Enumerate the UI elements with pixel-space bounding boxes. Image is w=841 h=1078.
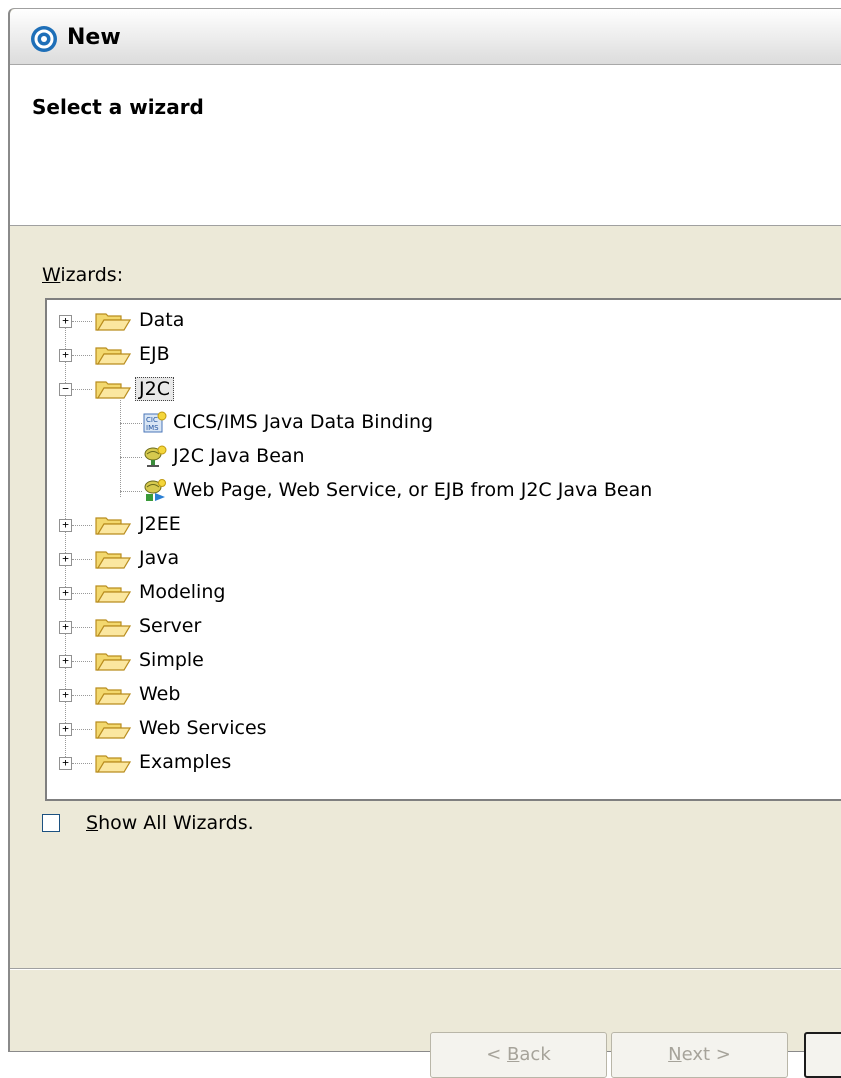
tree-row-child[interactable]: CIC IMS CICS/IMS Java Data Binding	[47, 406, 841, 440]
wizard-banner: Select a wizard	[10, 65, 841, 226]
folder-icon	[95, 653, 131, 671]
back-mnemonic: B	[507, 1044, 520, 1065]
tree-item-label: Simple	[139, 649, 204, 671]
tree-row-j2ee[interactable]: + J2EE	[47, 508, 841, 542]
expand-icon[interactable]: +	[59, 621, 72, 634]
tree-item-label: Examples	[139, 751, 232, 773]
tree-connector	[72, 525, 92, 526]
tree-row-j2c[interactable]: − J2C	[47, 372, 841, 406]
tree-connector	[72, 729, 92, 730]
wizard-tree[interactable]: + Data + EJB − J2C CIC IMS CICS/IMS Java D…	[45, 298, 841, 801]
tree-connector	[72, 321, 92, 322]
tree-connector	[72, 559, 92, 560]
tree-connector	[72, 661, 92, 662]
folder-icon	[95, 313, 131, 331]
eclipse-icon	[31, 26, 57, 52]
tree-row-ejb[interactable]: + EJB	[47, 338, 841, 372]
folder-icon	[95, 585, 131, 603]
tree-connector	[72, 355, 92, 356]
tree-row-web[interactable]: + Web	[47, 678, 841, 712]
show-all-mnemonic: S	[86, 812, 99, 834]
tree-row-examples[interactable]: + Examples	[47, 746, 841, 780]
tree-item-label: J2EE	[139, 513, 181, 535]
svg-text:IMS: IMS	[146, 424, 159, 432]
tree-row-child[interactable]: Web Page, Web Service, or EJB from J2C J…	[47, 474, 841, 508]
tree-connector	[120, 400, 121, 497]
tree-connector	[120, 491, 142, 492]
web-bean-icon	[144, 479, 166, 501]
tree-item-label: Web Page, Web Service, or EJB from J2C J…	[173, 479, 653, 501]
collapse-icon[interactable]: −	[59, 383, 72, 396]
tree-connector	[120, 457, 142, 458]
tree-item-label: J2C	[135, 377, 174, 401]
footer-separator	[10, 968, 841, 970]
tree-row-server[interactable]: + Server	[47, 610, 841, 644]
back-lt: <	[486, 1044, 508, 1065]
new-wizard-dialog: New Select a wizard Wizards: + Data + EJB…	[8, 8, 841, 1078]
wizards-label-rest: izards:	[60, 264, 124, 286]
tree-item-label: Data	[139, 309, 185, 331]
banner-title: Select a wizard	[32, 95, 204, 119]
tree-row-java[interactable]: + Java	[47, 542, 841, 576]
back-button-label: < Back	[486, 1044, 551, 1065]
tree-row-child[interactable]: J2C Java Bean	[47, 440, 841, 474]
title-bar: New	[10, 9, 841, 65]
window-title: New	[67, 25, 121, 50]
next-button[interactable]: Next >	[611, 1032, 788, 1078]
wizard-selection-area: Wizards: + Data + EJB − J2C CIC IMS CICS/I…	[10, 226, 841, 1078]
expand-icon[interactable]: +	[59, 349, 72, 362]
finish-button[interactable]	[804, 1032, 841, 1078]
tree-item-label: CICS/IMS Java Data Binding	[173, 411, 434, 433]
back-button[interactable]: < Back	[430, 1032, 607, 1078]
expand-icon[interactable]: +	[59, 689, 72, 702]
tree-connector	[72, 593, 92, 594]
expand-icon[interactable]: +	[59, 723, 72, 736]
folder-icon	[95, 755, 131, 773]
tree-connector	[72, 627, 92, 628]
tree-item-label: Java	[139, 547, 180, 569]
folder-icon	[95, 517, 131, 535]
expand-icon[interactable]: +	[59, 315, 72, 328]
tree-row-data[interactable]: + Data	[47, 304, 841, 338]
folder-icon	[95, 381, 131, 399]
tree-connector	[72, 695, 92, 696]
tree-row-modeling[interactable]: + Modeling	[47, 576, 841, 610]
next-button-label: Next >	[668, 1044, 731, 1065]
java-bean-icon	[144, 445, 167, 467]
folder-icon	[95, 619, 131, 637]
svg-text:CIC: CIC	[146, 416, 158, 424]
expand-icon[interactable]: +	[59, 519, 72, 532]
wizards-mnemonic: W	[42, 264, 61, 286]
show-all-checkbox[interactable]	[42, 814, 60, 832]
expand-icon[interactable]: +	[59, 655, 72, 668]
tree-item-label: Web	[139, 683, 181, 705]
tree-item-label: Web Services	[139, 717, 267, 739]
folder-icon	[95, 721, 131, 739]
expand-icon[interactable]: +	[59, 587, 72, 600]
tree-item-label: J2C Java Bean	[173, 445, 305, 467]
show-all-label-rest: how All Wizards.	[98, 812, 254, 834]
wizards-label: Wizards:	[42, 264, 123, 286]
folder-icon	[95, 687, 131, 705]
tree-item-label: Modeling	[139, 581, 226, 603]
folder-icon	[95, 347, 131, 365]
tree-item-label: Server	[139, 615, 202, 637]
tree-row-simple[interactable]: + Simple	[47, 644, 841, 678]
next-mnemonic: N	[668, 1044, 682, 1065]
show-all-label[interactable]: Show All Wizards.	[86, 812, 254, 834]
tree-row-web-services[interactable]: + Web Services	[47, 712, 841, 746]
tree-connector	[72, 389, 92, 390]
folder-icon	[95, 551, 131, 569]
cics-ims-icon: CIC IMS	[143, 411, 167, 433]
tree-connector	[72, 763, 92, 764]
tree-connector	[120, 423, 142, 424]
next-rest: ext >	[681, 1044, 731, 1065]
expand-icon[interactable]: +	[59, 553, 72, 566]
expand-icon[interactable]: +	[59, 757, 72, 770]
tree-item-label: EJB	[139, 343, 170, 365]
back-rest: ack	[519, 1044, 551, 1065]
